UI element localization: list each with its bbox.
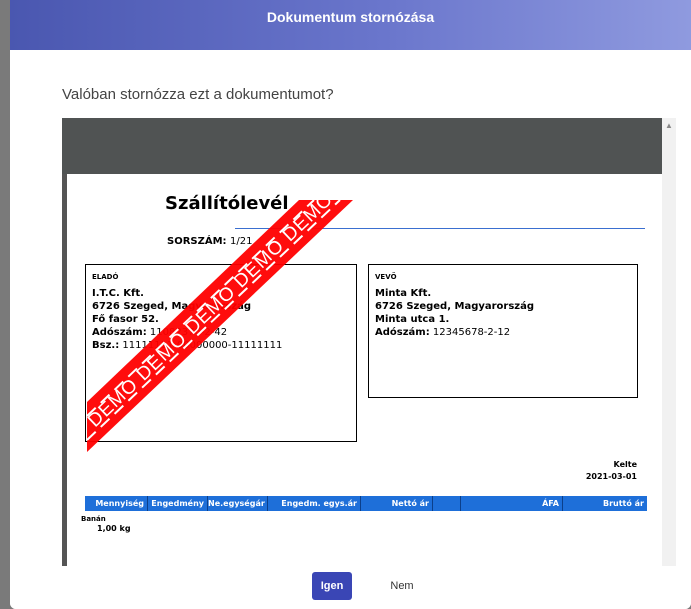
seller-street: Fő fasor 52. (92, 314, 159, 325)
item-quantity: 1,00 kg (97, 524, 131, 533)
seller-name: I.T.C. Kft. (92, 288, 144, 299)
buyer-tax-label: Adószám: (375, 327, 430, 338)
item-name: Banán (81, 515, 106, 523)
cancel-button[interactable]: Nem (384, 572, 420, 600)
buyer-tax-value: 12345678-2-12 (432, 327, 511, 338)
seller-header: ELADÓ (92, 273, 119, 281)
column-header: Mennyiség (85, 496, 148, 511)
items-table-header: Mennyiség Engedmény Ne.egységár Engedm. … (85, 496, 647, 511)
buyer-name: Minta Kft. (375, 288, 432, 299)
seller-tax-value: 11082376-2-42 (149, 327, 228, 338)
confirm-button[interactable]: Igen (312, 572, 352, 600)
document-title: Szállítólevél (165, 193, 289, 214)
title-divider (235, 228, 645, 229)
column-header (433, 496, 461, 511)
seller-tax-label: Adószám: (92, 327, 147, 338)
preview-scrollbar[interactable]: ▲ (662, 118, 676, 566)
column-header: Engedm. egys.ár (268, 496, 361, 511)
scroll-up-icon[interactable]: ▲ (663, 120, 675, 132)
seller-bank-label: Bsz.: (92, 340, 120, 351)
seller-bank-value: 11111111-00000000-11111111 (122, 340, 283, 351)
dialog-header: Dokumentum stornózása (10, 0, 691, 50)
document-number-value: 1/21 (230, 236, 253, 247)
seller-tax: Adószám: 11082376-2-42 (92, 326, 350, 339)
buyer-street: Minta utca 1. (375, 314, 450, 325)
seller-bank: Bsz.: 11111111-00000000-11111111 (92, 339, 350, 352)
storno-dialog: Dokumentum stornózása Valóban stornózza … (10, 0, 691, 609)
document-number-label: SORSZÁM: (167, 236, 227, 247)
column-header: Nettó ár (361, 496, 433, 511)
seller-city: 6726 Szeged, Magyarország (92, 301, 252, 312)
column-header: Bruttó ár (602, 499, 644, 508)
document-number: SORSZÁM: 1/21 (167, 236, 253, 247)
column-header: Engedmény (148, 496, 208, 511)
date-value: 2021-03-01 (585, 472, 637, 481)
preview-toolbar (62, 118, 676, 174)
confirm-question: Valóban stornózza ezt a dokumentumot? (62, 86, 334, 103)
date-label: Kelte (613, 460, 637, 469)
column-header: ÁFA (461, 496, 563, 511)
buyer-header: VEVŐ (375, 273, 397, 281)
buyer-box: VEVŐ Minta Kft. 6726 Szeged, Magyarorszá… (368, 264, 638, 398)
document-preview[interactable]: ▲ Szállítólevél SORSZÁM: 1/21 ELADÓ I.T.… (62, 118, 676, 566)
buyer-tax: Adószám: 12345678-2-12 (375, 326, 631, 339)
buyer-city: 6726 Szeged, Magyarország (375, 301, 535, 312)
dialog-title: Dokumentum stornózása (266, 9, 435, 25)
seller-box: ELADÓ I.T.C. Kft. 6726 Szeged, Magyarors… (85, 264, 357, 442)
document-page: Szállítólevél SORSZÁM: 1/21 ELADÓ I.T.C.… (67, 174, 662, 566)
column-header: Ne.egységár (208, 496, 268, 511)
